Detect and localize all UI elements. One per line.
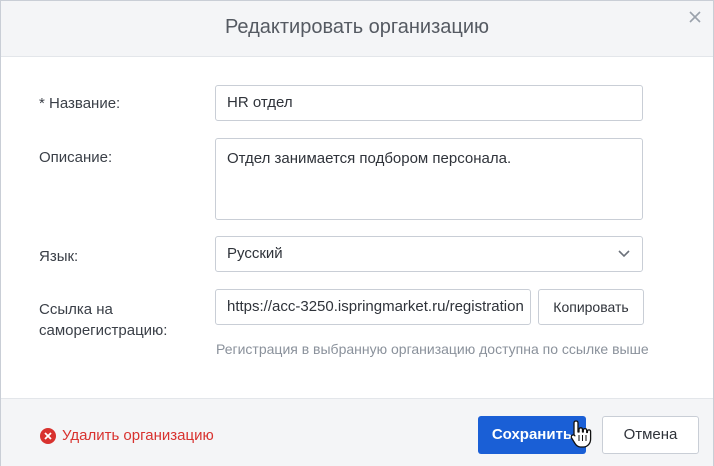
- name-input[interactable]: HR отдел: [215, 85, 643, 121]
- hand-pointer-cursor-icon: [570, 420, 592, 448]
- dialog-title: Редактировать организацию: [224, 16, 490, 38]
- language-select-value: Русский: [227, 245, 283, 262]
- close-icon: [689, 11, 701, 23]
- self-registration-label-line1: Ссылка на: [39, 301, 113, 318]
- language-label: Язык:: [39, 248, 79, 265]
- self-registration-label-line2: саморегистрацию:: [39, 322, 168, 339]
- dialog-footer: Удалить организацию Сохранить Отмена: [1, 398, 713, 466]
- description-textarea[interactable]: Отдел занимается подбором персонала.: [215, 138, 643, 220]
- copy-button[interactable]: Копировать: [538, 289, 644, 325]
- self-registration-link-input[interactable]: https://acc-3250.ispringmarket.ru/regist…: [215, 289, 531, 325]
- edit-organization-dialog: Редактировать организацию * Название: HR…: [0, 0, 714, 466]
- language-select[interactable]: Русский: [215, 236, 643, 272]
- delete-organization-label: Удалить организацию: [62, 427, 214, 444]
- close-button[interactable]: [687, 9, 703, 25]
- description-label: Описание:: [39, 149, 113, 166]
- dialog-header: Редактировать организацию: [1, 1, 713, 57]
- cancel-button[interactable]: Отмена: [602, 416, 699, 454]
- chevron-down-icon: [618, 250, 630, 258]
- self-registration-label: Ссылка на саморегистрацию:: [39, 299, 167, 341]
- delete-circle-x-icon: [40, 427, 56, 444]
- name-label: * Название:: [39, 95, 121, 112]
- self-registration-hint: Регистрация в выбранную организацию дост…: [216, 341, 649, 357]
- delete-organization-button[interactable]: Удалить организацию: [40, 427, 214, 444]
